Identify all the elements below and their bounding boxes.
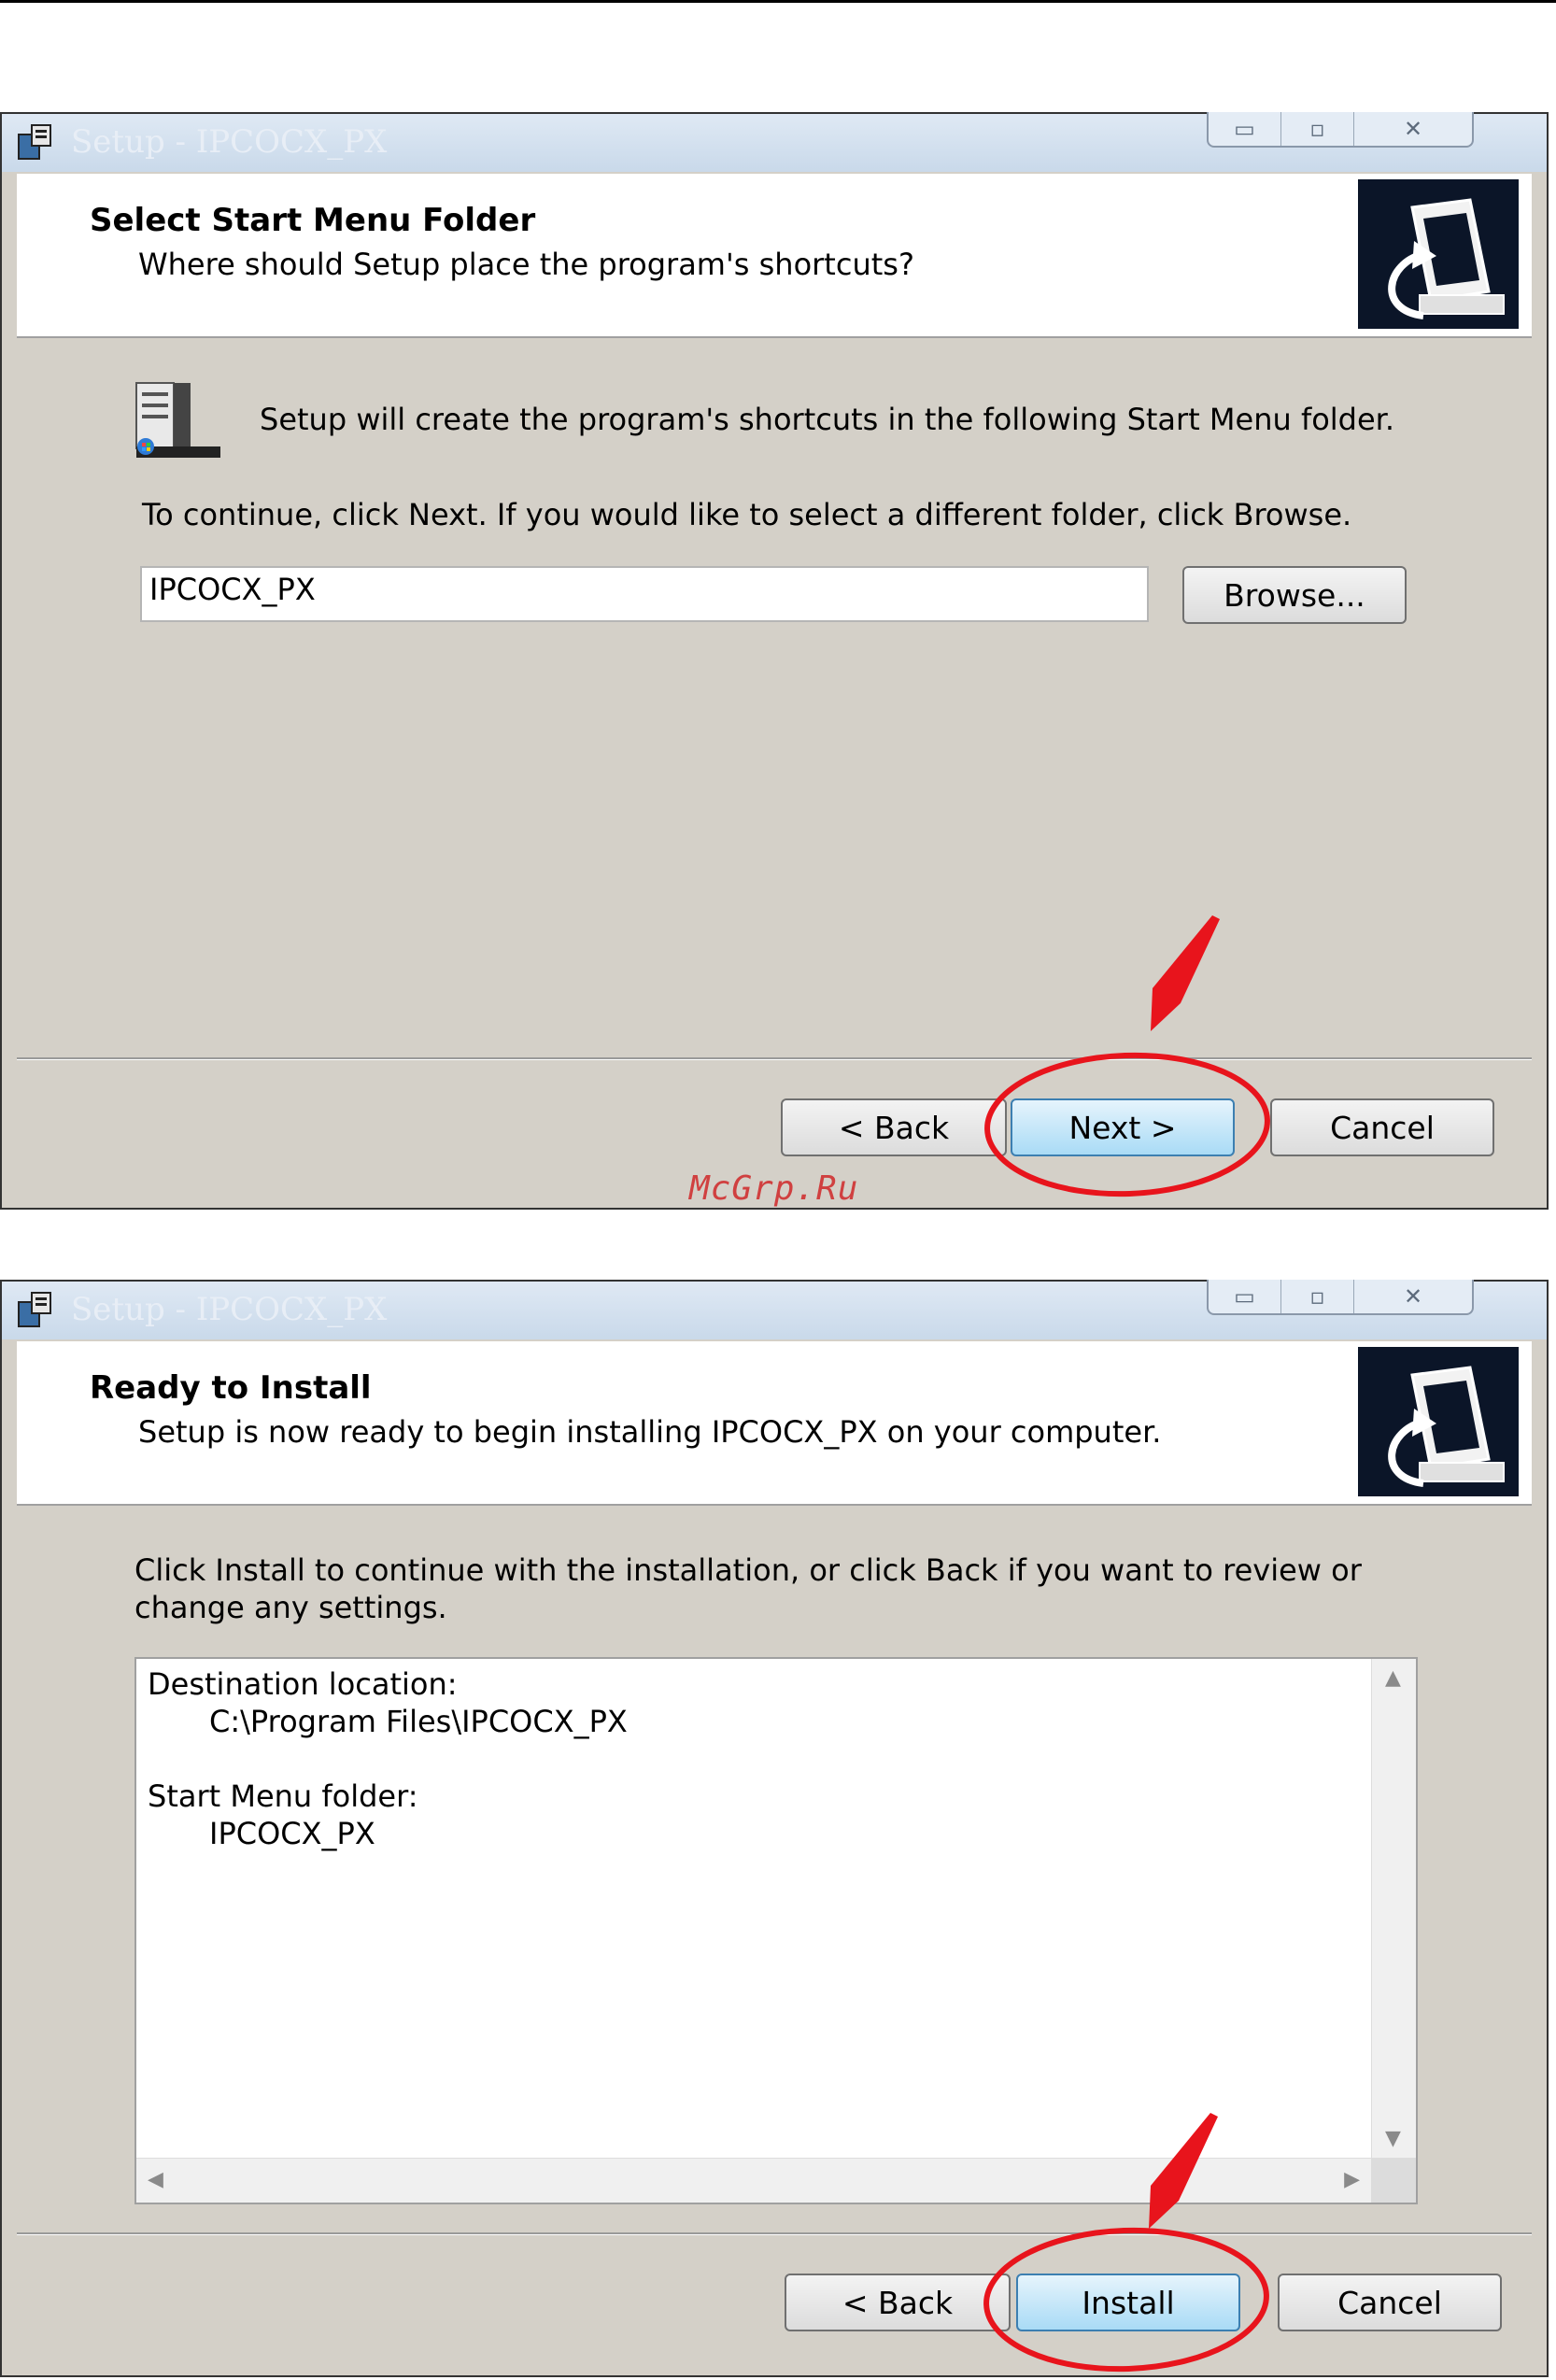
page-top-rule xyxy=(0,0,1556,3)
continue-text: To continue, click Next. If you would li… xyxy=(142,497,1352,532)
horizontal-scrollbar[interactable]: ◀ ▶ xyxy=(136,2158,1371,2203)
scroll-down-icon[interactable]: ▼ xyxy=(1385,2127,1401,2150)
page-title: Select Start Menu Folder xyxy=(90,202,536,239)
back-button[interactable]: < Back xyxy=(785,2274,1011,2331)
page-subtitle: Setup is now ready to begin installing I… xyxy=(138,1414,1162,1450)
window-title: Setup - IPCOCX_PX xyxy=(71,1291,388,1328)
maximize-icon[interactable]: ▫ xyxy=(1281,112,1354,146)
cancel-button[interactable]: Cancel xyxy=(1270,1098,1494,1156)
wizard-header: Select Start Menu Folder Where should Se… xyxy=(17,174,1532,338)
close-icon[interactable]: ✕ xyxy=(1354,112,1472,146)
scroll-up-icon[interactable]: ▲ xyxy=(1385,1666,1401,1690)
wizard-computer-icon xyxy=(1358,179,1519,329)
setup-app-icon xyxy=(18,1292,51,1327)
start-menu-folder-input[interactable]: IPCOCX_PX xyxy=(140,566,1149,622)
destination-value: C:\Program Files\IPCOCX_PX xyxy=(209,1704,628,1739)
wizard-computer-icon xyxy=(1358,1347,1519,1496)
setup-window-start-menu: Setup - IPCOCX_PX ▭ ▫ ✕ Select Start Men… xyxy=(0,112,1549,1210)
vertical-scrollbar[interactable]: ▲ ▼ xyxy=(1371,1659,1416,2158)
info-text-line1: Click Install to continue with the insta… xyxy=(134,1552,1362,1588)
start-menu-folder-icon xyxy=(135,382,220,458)
minimize-icon[interactable]: ▭ xyxy=(1209,112,1281,146)
caption-buttons: ▭ ▫ ✕ xyxy=(1207,112,1474,148)
maximize-icon[interactable]: ▫ xyxy=(1281,1280,1354,1313)
footer-separator xyxy=(17,2232,1532,2235)
minimize-icon[interactable]: ▭ xyxy=(1209,1280,1281,1313)
scroll-right-icon[interactable]: ▶ xyxy=(1344,2168,1360,2191)
destination-label: Destination location: xyxy=(148,1666,458,1702)
browse-button[interactable]: Browse... xyxy=(1182,566,1407,624)
title-bar[interactable]: Setup - IPCOCX_PX ▭ ▫ ✕ xyxy=(2,1280,1547,1339)
footer-separator xyxy=(17,1057,1532,1060)
start-menu-label: Start Menu folder: xyxy=(148,1778,418,1814)
cancel-button[interactable]: Cancel xyxy=(1278,2274,1502,2331)
caption-buttons: ▭ ▫ ✕ xyxy=(1207,1280,1474,1315)
install-button[interactable]: Install xyxy=(1016,2274,1240,2331)
setup-window-ready: Setup - IPCOCX_PX ▭ ▫ ✕ Ready to Install… xyxy=(0,1280,1549,2377)
scroll-left-icon[interactable]: ◀ xyxy=(148,2168,163,2191)
info-text-line2: change any settings. xyxy=(134,1590,447,1625)
title-bar[interactable]: Setup - IPCOCX_PX ▭ ▫ ✕ xyxy=(2,112,1547,172)
page-subtitle: Where should Setup place the program's s… xyxy=(138,247,914,282)
next-button[interactable]: Next > xyxy=(1011,1098,1235,1156)
wizard-header: Ready to Install Setup is now ready to b… xyxy=(17,1341,1532,1506)
info-text: Setup will create the program's shortcut… xyxy=(260,402,1395,437)
watermark: McGrp.Ru xyxy=(689,1169,859,1208)
setup-app-icon xyxy=(18,124,51,160)
scrollbar-corner xyxy=(1371,2158,1416,2203)
close-icon[interactable]: ✕ xyxy=(1354,1280,1472,1313)
window-title: Setup - IPCOCX_PX xyxy=(71,123,388,161)
start-menu-value: IPCOCX_PX xyxy=(209,1816,375,1851)
back-button[interactable]: < Back xyxy=(781,1098,1007,1156)
ready-memo[interactable]: Destination location: C:\Program Files\I… xyxy=(134,1657,1418,2204)
page-title: Ready to Install xyxy=(90,1369,372,1407)
